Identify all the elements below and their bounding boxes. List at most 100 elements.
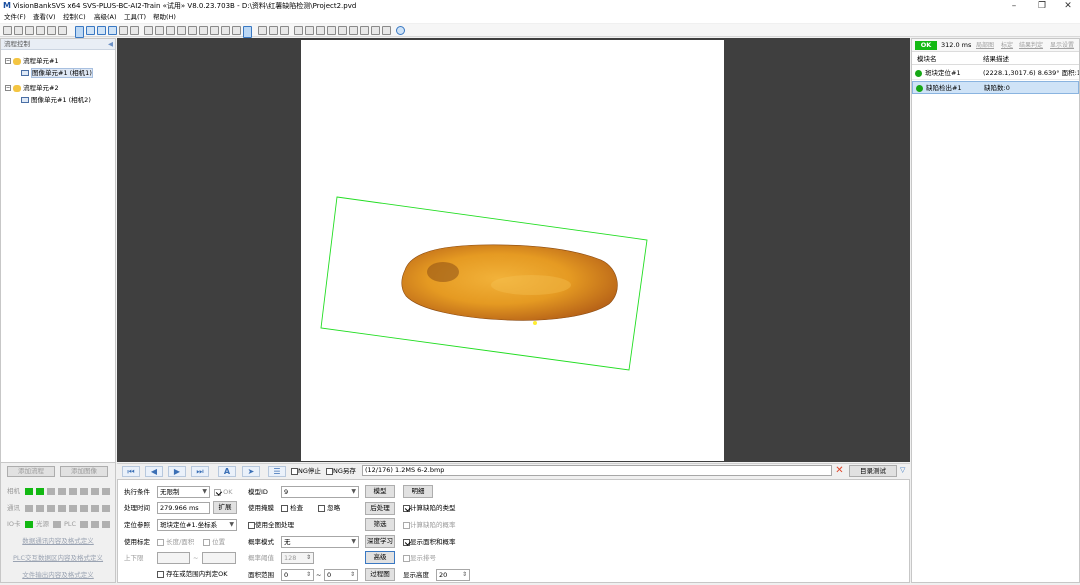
export-icon[interactable] (371, 26, 380, 35)
use-full-img-checkbox[interactable]: 使用全图处理 (248, 520, 294, 530)
ng-save-checkbox[interactable]: NG另存 (326, 466, 356, 476)
ok-checkbox[interactable]: OK (214, 487, 232, 497)
settings-icon[interactable] (199, 26, 208, 35)
tree-item-image-cam2[interactable]: 图像单元#1 (相机2) (5, 94, 115, 106)
menu-tools[interactable]: 工具(T) (124, 12, 146, 23)
notes-icon[interactable] (327, 26, 336, 35)
fullscreen-icon[interactable] (232, 26, 241, 35)
pos-ref-select[interactable]: 斑块定位#1.坐标系 ▼ (157, 519, 237, 531)
postprocess-button[interactable]: 后处理 (365, 502, 395, 515)
show-area-prob-checkbox[interactable]: 显示面积和概率 (403, 537, 456, 547)
pointer-icon[interactable]: ➤ (242, 466, 260, 477)
checkbox-box[interactable] (214, 488, 221, 496)
image-path-field[interactable]: (12/176) 1.2MS 6-2.bmp (362, 465, 832, 476)
checkbox-box[interactable] (291, 467, 298, 475)
exec-cond-select[interactable]: 无限制 ▼ (157, 486, 210, 498)
document-icon[interactable] (316, 26, 325, 35)
dir-test-button[interactable]: 目录测试 (849, 465, 897, 477)
prob-mode-select[interactable]: 无 ▼ (281, 536, 359, 548)
table-icon[interactable] (47, 26, 56, 35)
print-icon[interactable] (258, 26, 267, 35)
expand-button[interactable]: 扩展 (213, 501, 237, 514)
display-height-stepper[interactable]: 20 ⇕ (436, 569, 470, 581)
info-icon[interactable] (396, 26, 405, 35)
plc-format-link[interactable]: PLC交互数据区内容及格式定义 (3, 552, 113, 562)
next-image-icon[interactable]: ▶ (168, 466, 186, 477)
image-icon[interactable] (338, 26, 347, 35)
process-image-button[interactable]: 过程图 (365, 568, 395, 581)
maximize-button[interactable]: ❐ (1028, 0, 1056, 12)
stepper-arrows-icon[interactable]: ⇕ (306, 570, 311, 580)
split-view-icon[interactable] (243, 26, 252, 38)
stepper-arrows-icon[interactable]: ⇕ (306, 553, 311, 563)
model-id-select[interactable]: 9 ▼ (281, 486, 359, 498)
model-button[interactable]: 模型 (365, 485, 395, 498)
play-icon[interactable] (144, 26, 153, 35)
lower-limit-field[interactable] (157, 552, 190, 564)
eye-icon[interactable] (119, 26, 128, 35)
copy-icon[interactable] (188, 26, 197, 35)
detail-button[interactable]: 明细 (403, 485, 433, 498)
show-sort-checkbox[interactable]: 显示排号 (403, 553, 436, 563)
minimize-button[interactable]: – (1000, 0, 1028, 12)
monitor-icon[interactable] (349, 26, 358, 35)
tree-item-flow-1[interactable]: − 流程单元#1 (5, 55, 115, 67)
checkbox-box[interactable] (318, 504, 325, 512)
first-image-icon[interactable]: ⏮ (122, 466, 140, 477)
advanced-button[interactable]: 高级 (365, 551, 395, 564)
menu-control[interactable]: 控制(C) (63, 12, 86, 23)
calibration-link[interactable]: 标定 (1001, 41, 1013, 50)
stepper-arrows-icon[interactable]: ⇕ (350, 570, 355, 580)
calc-defect-prob-checkbox[interactable]: 计算缺陷的概率 (403, 520, 456, 530)
collapse-icon[interactable]: − (5, 58, 11, 64)
lock-icon[interactable] (360, 26, 369, 35)
grid-icon[interactable] (36, 26, 45, 35)
calc-defect-type-checkbox[interactable]: 计算缺陷的类型 (403, 503, 456, 513)
checkbox-box[interactable] (157, 570, 164, 578)
refresh-icon[interactable] (305, 26, 314, 35)
checkbox-box[interactable] (157, 538, 164, 546)
prev-image-icon[interactable]: ◀ (145, 466, 163, 477)
checkbox-box[interactable] (403, 554, 410, 562)
new-file-icon[interactable] (3, 26, 12, 35)
display-settings-link[interactable]: 显示设置 (1050, 41, 1074, 50)
result-row[interactable]: 斑块定位#1 (2228.1,3017.6) 8.639° 面积:10: (912, 67, 1079, 80)
inspection-image[interactable] (301, 40, 724, 461)
cog-icon[interactable] (382, 26, 391, 35)
check-checkbox[interactable]: 检查 (281, 503, 303, 513)
add-flow-button[interactable]: 添加流程 (7, 466, 55, 477)
ignore-checkbox[interactable]: 忽略 (318, 503, 340, 513)
zoom-in-icon[interactable] (86, 26, 95, 35)
dropdown-arrow-icon[interactable]: ▽ (900, 466, 905, 474)
checkbox-box[interactable] (248, 521, 255, 529)
local-image-link[interactable]: 局部图 (976, 41, 994, 50)
ng-stop-checkbox[interactable]: NG停止 (291, 466, 321, 476)
zoom-actual-icon[interactable] (108, 26, 117, 35)
checkbox-box[interactable] (203, 538, 210, 546)
proc-time-field[interactable]: 279.966 ms (157, 502, 210, 514)
area-max-stepper[interactable]: 0 ⇕ (324, 569, 358, 581)
clear-x-icon[interactable]: ✕ (834, 465, 845, 476)
filter-button[interactable]: 筛选 (365, 518, 395, 531)
checkbox-box[interactable] (403, 538, 410, 546)
stepper-arrows-icon[interactable]: ⇕ (462, 570, 467, 580)
prob-thresh-stepper[interactable]: 128 ⇕ (281, 552, 314, 564)
last-image-icon[interactable]: ⏭ (191, 466, 209, 477)
position-checkbox[interactable]: 位置 (203, 537, 225, 547)
list-icon[interactable]: ☰ (268, 466, 286, 477)
pin-icon[interactable] (269, 26, 278, 35)
tree-item-image-cam1[interactable]: 图像单元#1 (相机1) (5, 67, 115, 79)
text-overlay-icon[interactable]: A (218, 466, 236, 477)
web-icon[interactable] (221, 26, 230, 35)
result-row-selected[interactable]: 缺陷检出#1 缺陷数:0 (912, 81, 1079, 94)
checkbox-box[interactable] (326, 467, 333, 475)
printer-icon[interactable] (294, 26, 303, 35)
in-range-ok-checkbox[interactable]: 存在或范围内判定OK (157, 569, 227, 579)
menu-help[interactable]: 帮助(H) (153, 12, 176, 23)
checkbox-box[interactable] (403, 504, 410, 512)
palette-icon[interactable] (210, 26, 219, 35)
open-file-icon[interactable] (14, 26, 23, 35)
checkbox-box[interactable] (403, 521, 410, 529)
camera-icon[interactable] (58, 26, 67, 35)
comm-format-link[interactable]: 数据通讯内容及格式定义 (3, 535, 113, 545)
